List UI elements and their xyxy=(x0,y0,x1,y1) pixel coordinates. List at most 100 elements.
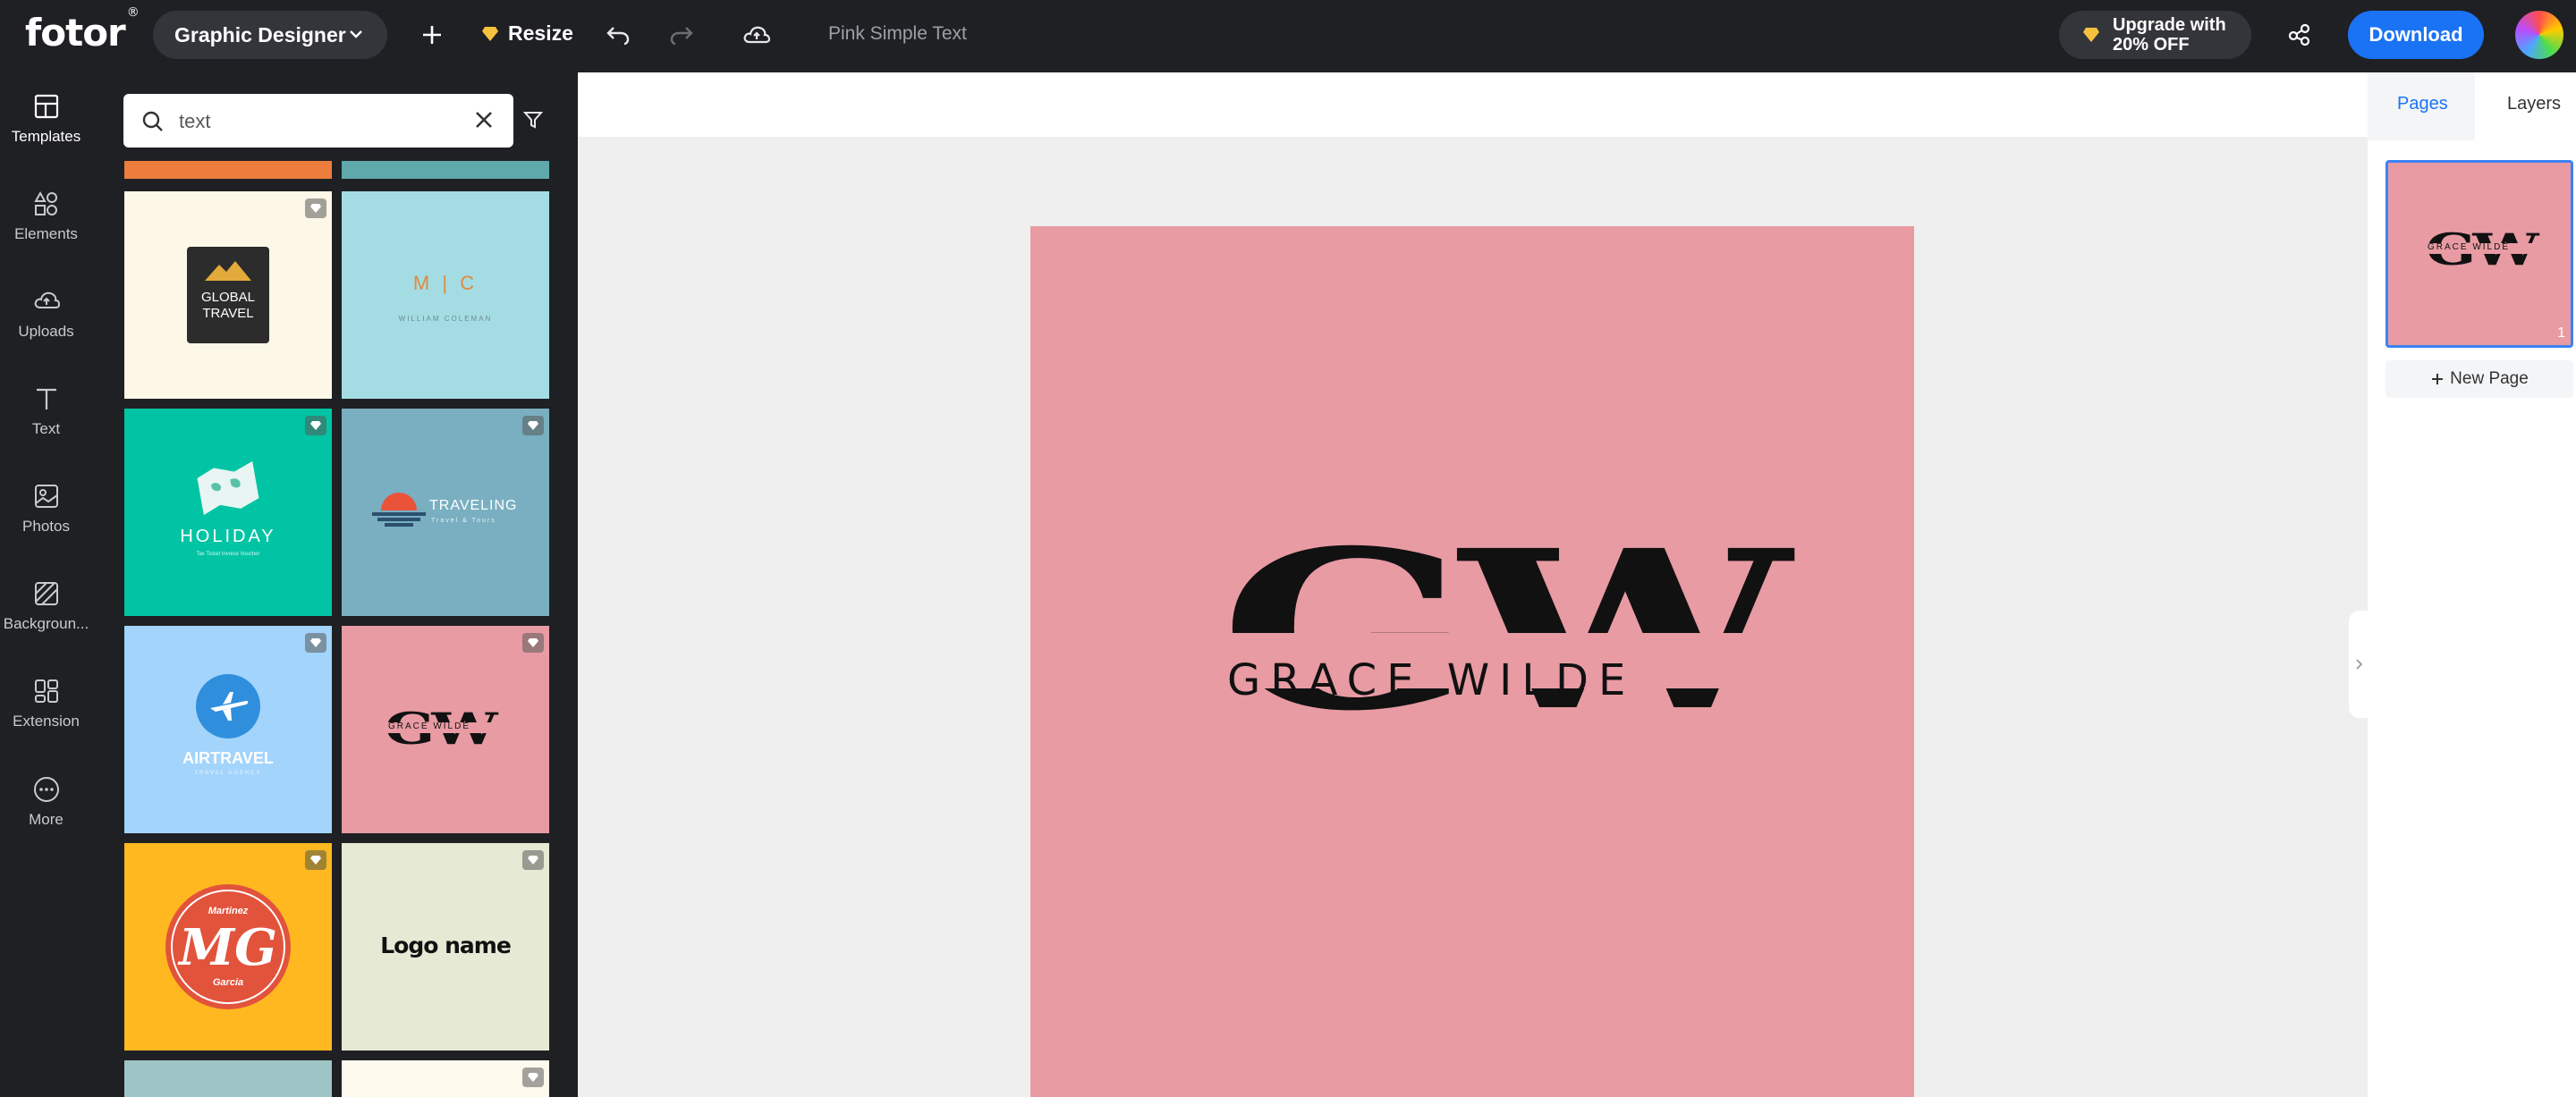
rail-item-more[interactable]: More xyxy=(0,773,92,863)
chevron-right-icon xyxy=(2355,659,2362,670)
page-thumbnail[interactable]: GW GRACE WILDE 1 xyxy=(2385,160,2573,348)
share-icon[interactable] xyxy=(2284,20,2315,50)
top-bar: fotor ® Graphic Designer Resize Pink Simp… xyxy=(0,0,2576,72)
rail-item-photos[interactable]: Photos xyxy=(0,480,92,570)
premium-badge-icon xyxy=(522,1067,544,1087)
template-text: Logo name xyxy=(380,932,512,958)
template-tile-partial[interactable] xyxy=(124,1060,332,1097)
thumbnail-name: GRACE WILDE xyxy=(2428,242,2511,252)
template-text: HOLIDAY xyxy=(180,527,276,546)
rail-label: Elements xyxy=(14,225,78,242)
template-tile-partial[interactable] xyxy=(342,1060,549,1097)
upgrade-button[interactable]: Upgrade with 20% OFF xyxy=(2059,11,2251,59)
premium-badge-icon xyxy=(305,198,326,218)
template-text: TRAVELING xyxy=(429,498,518,513)
clear-search-icon[interactable] xyxy=(472,108,496,131)
diamond-icon xyxy=(482,26,498,41)
rail-item-text[interactable]: Text xyxy=(0,383,92,472)
rail-label: More xyxy=(29,811,64,828)
left-tool-rail: Templates Elements Uploads Text Photos B… xyxy=(0,72,92,1097)
airplane-icon xyxy=(210,692,249,721)
template-text: GRACE WILDE xyxy=(388,721,471,731)
download-button[interactable]: Download xyxy=(2348,11,2484,59)
template-tile[interactable]: HOLIDAY Tax Ticket Invoice Voucher xyxy=(124,409,332,616)
template-tile[interactable]: M | C WILLIAM COLEMAN xyxy=(342,191,549,399)
sunset-icon xyxy=(372,493,426,527)
mountain-icon xyxy=(205,261,251,281)
rail-item-extension[interactable]: Extension xyxy=(0,675,92,764)
rail-label: Uploads xyxy=(18,323,74,340)
brand-name-text[interactable]: GRACE WILDE xyxy=(1227,655,1764,705)
diamond-icon xyxy=(2083,28,2099,42)
template-tile[interactable]: AIRTRAVEL TRAVEL AGENCY xyxy=(124,626,332,833)
template-text: Tax Ticket Invoice Voucher xyxy=(196,552,260,557)
global-travel-badge: GLOBAL TRAVEL xyxy=(187,247,269,343)
monogram-text[interactable]: GW xyxy=(1220,521,1791,739)
template-text: MG xyxy=(179,918,277,977)
template-tile[interactable]: TRAVELING Travel & Tours xyxy=(342,409,549,616)
map-icon xyxy=(197,460,259,516)
plus-icon[interactable] xyxy=(417,20,447,50)
design-artboard[interactable]: GW GRACE WILDE xyxy=(1030,226,1914,1097)
premium-badge-icon xyxy=(522,416,544,435)
rail-item-background[interactable]: Backgroun... xyxy=(0,578,92,667)
logo-mark: ® xyxy=(126,5,140,20)
template-tile[interactable]: Martinez MG Garcia xyxy=(124,843,332,1051)
search-icon xyxy=(142,111,163,131)
templates-icon xyxy=(30,90,63,122)
resize-button[interactable]: Resize xyxy=(481,21,573,46)
premium-badge-icon xyxy=(305,633,326,653)
rail-item-elements[interactable]: Elements xyxy=(0,188,92,277)
template-text: Martinez xyxy=(208,906,249,916)
rail-item-templates[interactable]: Templates xyxy=(0,90,92,180)
rail-item-uploads[interactable]: Uploads xyxy=(0,285,92,375)
elements-icon xyxy=(30,188,63,220)
search-input[interactable]: text xyxy=(179,110,210,133)
template-text: Garcia xyxy=(212,977,244,988)
photos-icon xyxy=(30,480,63,512)
page-number: 1 xyxy=(2557,325,2565,341)
rail-label: Extension xyxy=(13,713,80,730)
upgrade-line2: 20% OFF xyxy=(2113,35,2190,55)
plus-icon xyxy=(2432,374,2444,384)
extension-icon xyxy=(30,675,63,707)
resize-label: Resize xyxy=(508,21,573,45)
redo-icon[interactable] xyxy=(666,20,697,50)
pages-panel: Pages Layers GW GRACE WILDE 1 New Page xyxy=(2368,72,2576,1097)
template-text: TRAVEL xyxy=(202,306,254,321)
new-page-button[interactable]: New Page xyxy=(2385,360,2573,398)
cloud-save-icon[interactable] xyxy=(741,20,772,50)
templates-panel: text GLOBAL TRAVEL M | C WILLIAM COLEMAN… xyxy=(92,72,578,1097)
premium-badge-icon xyxy=(305,416,326,435)
rail-label: Text xyxy=(31,420,61,437)
template-text: WILLIAM COLEMAN xyxy=(398,315,493,323)
expand-right-panel-button[interactable] xyxy=(2349,611,2368,718)
template-text: Travel & Tours xyxy=(431,518,496,524)
uploads-icon xyxy=(30,285,63,317)
premium-badge-icon xyxy=(522,633,544,653)
avatar[interactable] xyxy=(2515,11,2563,59)
background-icon xyxy=(30,578,63,610)
filter-icon[interactable] xyxy=(523,110,543,130)
tab-layers[interactable]: Layers xyxy=(2507,94,2561,114)
template-tile-partial[interactable] xyxy=(342,161,549,179)
canvas-toolbar xyxy=(578,72,2368,137)
logo-text: fotor xyxy=(25,11,126,55)
undo-icon[interactable] xyxy=(603,20,633,50)
rail-label: Photos xyxy=(22,518,70,535)
document-title[interactable]: Pink Simple Text xyxy=(828,23,967,45)
premium-badge-icon xyxy=(305,850,326,870)
fotor-logo[interactable]: fotor ® xyxy=(25,5,140,55)
template-tile[interactable]: Logo name xyxy=(342,843,549,1051)
new-page-label: New Page xyxy=(2450,369,2529,388)
search-box[interactable]: text xyxy=(123,94,513,148)
design-type-label: Graphic Designer xyxy=(174,22,346,46)
rail-label: Backgroun... xyxy=(3,615,89,632)
template-text: GLOBAL xyxy=(200,290,256,305)
tab-pages[interactable]: Pages xyxy=(2397,94,2448,114)
design-type-dropdown[interactable]: Graphic Designer xyxy=(153,11,387,59)
template-tile[interactable]: GLOBAL TRAVEL xyxy=(124,191,332,399)
template-tile[interactable]: GW GRACE WILDE xyxy=(342,626,549,833)
template-tile-partial[interactable] xyxy=(124,161,332,179)
template-text: M | C xyxy=(412,272,479,294)
